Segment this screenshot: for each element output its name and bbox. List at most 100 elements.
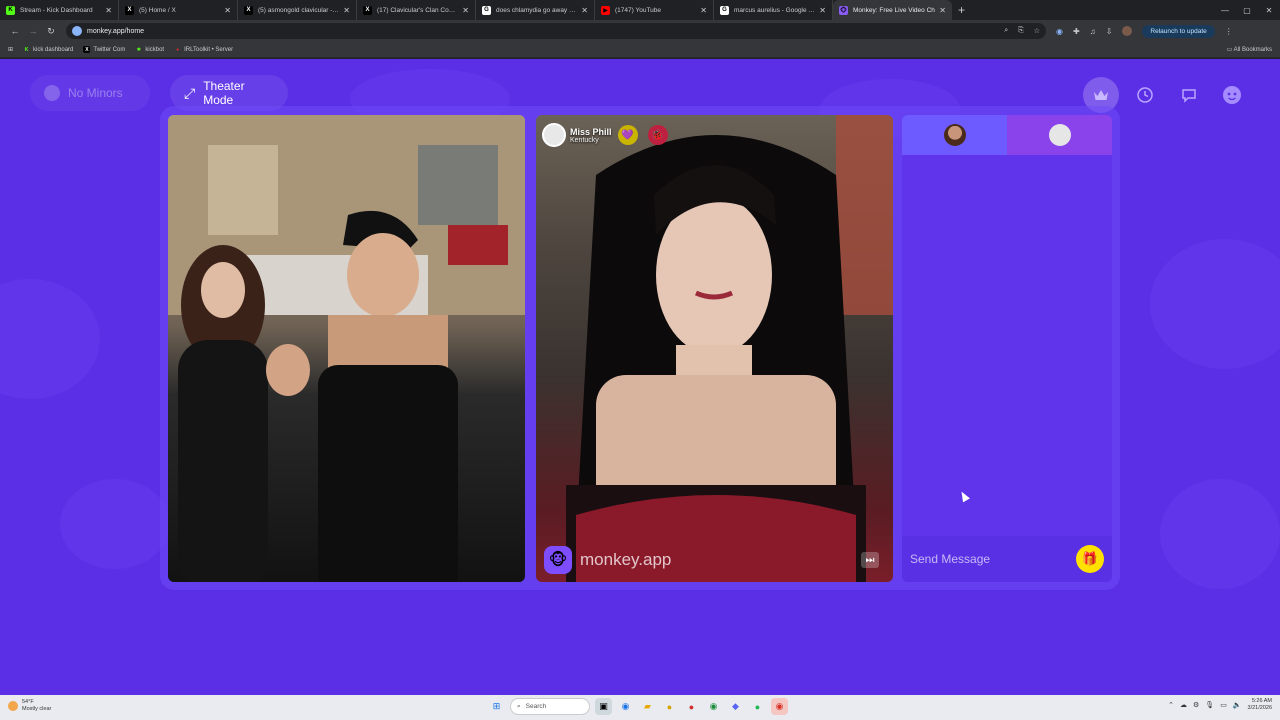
chat-tab-local-user[interactable] bbox=[902, 115, 1007, 155]
back-icon[interactable]: ← bbox=[6, 26, 24, 36]
browser-tab[interactable]: K Stream - Kick Dashboard ✕ bbox=[0, 0, 119, 20]
bookmark-favicon-icon: K bbox=[24, 46, 29, 53]
tab-close-icon[interactable]: ✕ bbox=[819, 6, 826, 15]
background-blob bbox=[1160, 479, 1280, 589]
chrome-icon[interactable]: ◉ bbox=[705, 698, 722, 715]
tray-expand-icon[interactable]: ⌃ bbox=[1168, 701, 1174, 709]
extension-icon[interactable]: ◉ bbox=[1056, 27, 1063, 36]
microphone-icon[interactable]: 🎙 bbox=[1205, 701, 1214, 709]
profile-button[interactable] bbox=[1214, 77, 1250, 113]
relaunch-button[interactable]: Relaunch to update bbox=[1142, 24, 1215, 38]
chat-tab-remote-user[interactable] bbox=[1007, 115, 1112, 155]
ladybug-badge-icon: 🐞 bbox=[647, 125, 668, 145]
menu-icon[interactable]: ⋮ bbox=[1225, 27, 1233, 36]
maximize-button[interactable]: ▢ bbox=[1236, 6, 1258, 15]
browser-tab[interactable]: Gmarcus aurelius - Google Sear ✕ bbox=[714, 0, 833, 20]
tab-favicon-icon: ▶ bbox=[601, 5, 610, 15]
tab-title: (5) asmongold clavicular - Sear bbox=[258, 6, 340, 14]
remote-user-info: Miss Phill Kentucky bbox=[570, 127, 612, 144]
tray-settings-icon[interactable]: ⚙ bbox=[1193, 701, 1199, 709]
browser-tab[interactable]: Gdoes chlamydia go away - Goo ✕ bbox=[476, 0, 595, 20]
system-tray: ⌃ ☁ ⚙ 🎙 ▭ 🔈 5:26 AM 3/21/2026 bbox=[1168, 698, 1272, 712]
address-bar[interactable]: monkey.app/home ⌕ ⎘ ☆ bbox=[66, 23, 1046, 39]
skip-icon: ⏭ bbox=[865, 554, 875, 566]
bookmark-star-icon[interactable]: ☆ bbox=[1034, 27, 1040, 35]
browser-tab[interactable]: X (17) Clavicular's Clan Communi ✕ bbox=[357, 0, 476, 20]
file-explorer-icon[interactable]: ▰ bbox=[639, 698, 656, 715]
gift-button[interactable]: 🎁 bbox=[1076, 545, 1104, 573]
bookmark-item[interactable]: ✱ kickbot bbox=[135, 46, 164, 53]
chrome-app-icon[interactable]: ◉ bbox=[617, 698, 634, 715]
windows-start-icon[interactable]: ⊞ bbox=[488, 698, 505, 715]
apps-grid-icon[interactable]: ⊞ bbox=[8, 46, 13, 53]
taskbar-clock[interactable]: 5:26 AM 3/21/2026 bbox=[1248, 698, 1272, 712]
tab-close-icon[interactable]: ✕ bbox=[224, 6, 231, 15]
discord-icon[interactable]: ◆ bbox=[727, 698, 744, 715]
taskbar-search[interactable]: ⌕ Search bbox=[510, 698, 590, 715]
remote-user-avatar[interactable] bbox=[542, 123, 566, 147]
browser-tab[interactable]: 🐵 Monkey: Free Live Video Ch ✕ bbox=[833, 0, 952, 20]
tab-close-icon[interactable]: ✕ bbox=[939, 6, 946, 15]
weather-desc: Mostly clear bbox=[22, 706, 52, 712]
tab-close-icon[interactable]: ✕ bbox=[105, 6, 112, 15]
bookmark-favicon-icon: ● bbox=[176, 46, 180, 53]
tab-close-icon[interactable]: ✕ bbox=[700, 6, 707, 15]
browser-tab-strip: K Stream - Kick Dashboard ✕ X (5) Home / X ✕ X… bbox=[0, 0, 1280, 20]
messages-button[interactable] bbox=[1171, 77, 1207, 113]
no-minors-label: No Minors bbox=[68, 86, 123, 100]
send-message-input[interactable]: Send Message bbox=[910, 552, 1076, 566]
skip-button[interactable]: ⏭ bbox=[861, 552, 879, 568]
weather-text: 54°F Mostly clear bbox=[22, 699, 51, 713]
weather-widget[interactable]: 54°F Mostly clear bbox=[8, 699, 51, 713]
no-minors-toggle[interactable]: No Minors bbox=[30, 75, 150, 111]
bookmark-item[interactable]: ● IRLToolkit • Server bbox=[174, 46, 233, 53]
puzzle-icon[interactable]: ✚ bbox=[1073, 27, 1080, 36]
tab-favicon-icon: 🐵 bbox=[839, 5, 848, 15]
install-icon[interactable]: ⎘ bbox=[1018, 27, 1024, 35]
site-info-icon[interactable] bbox=[72, 26, 82, 36]
all-bookmarks-label: All Bookmarks bbox=[1233, 47, 1272, 53]
reload-icon[interactable]: ↻ bbox=[42, 26, 60, 37]
browser-tab[interactable]: X (5) asmongold clavicular - Sear ✕ bbox=[238, 0, 357, 20]
window-controls: — ▢ ✕ bbox=[1214, 0, 1280, 20]
windows-taskbar: 54°F Mostly clear ⊞ ⌕ Search ▣ ◉ ▰ ● ● ◉… bbox=[0, 695, 1280, 720]
zoom-icon[interactable]: ⌕ bbox=[1004, 27, 1008, 35]
minimize-button[interactable]: — bbox=[1214, 6, 1236, 15]
remote-user-name: Miss Phill bbox=[570, 126, 612, 137]
browser-tab[interactable]: ▶ (1747) YouTube ✕ bbox=[595, 0, 714, 20]
tray-app-icon[interactable]: ☁ bbox=[1180, 701, 1187, 709]
task-view-icon[interactable]: ▣ bbox=[595, 698, 612, 715]
browser-tab[interactable]: X (5) Home / X ✕ bbox=[119, 0, 238, 20]
taskbar-search-label: Search bbox=[525, 703, 547, 710]
bookmark-label: kickbot bbox=[145, 46, 165, 53]
history-button[interactable] bbox=[1127, 77, 1163, 113]
extensions-area: ◉ ✚ ♫ ⇩ Relaunch to update ⋮ bbox=[1056, 24, 1233, 38]
all-bookmarks-button[interactable]: ▭ All Bookmarks bbox=[1227, 46, 1272, 53]
new-tab-button[interactable]: + bbox=[958, 0, 965, 20]
tab-close-icon[interactable]: ✕ bbox=[343, 6, 350, 15]
folder-icon: ▭ bbox=[1226, 47, 1234, 53]
close-window-button[interactable]: ✕ bbox=[1258, 6, 1280, 15]
tab-close-icon[interactable]: ✕ bbox=[581, 6, 588, 15]
media-icon[interactable]: ♫ bbox=[1090, 27, 1096, 36]
chrome-active-icon[interactable]: ◉ bbox=[771, 698, 788, 715]
profile-avatar[interactable] bbox=[1122, 26, 1133, 36]
network-icon[interactable]: ▭ bbox=[1220, 701, 1227, 709]
background-blob bbox=[1150, 239, 1280, 369]
volume-icon[interactable]: 🔈 bbox=[1233, 701, 1242, 709]
tab-favicon-icon: G bbox=[482, 5, 491, 15]
tab-close-icon[interactable]: ✕ bbox=[462, 6, 469, 15]
gift-icon: 🎁 bbox=[1081, 551, 1099, 566]
forward-icon[interactable]: → bbox=[24, 26, 42, 36]
no-minors-icon bbox=[44, 85, 60, 101]
url-text[interactable]: monkey.app/home bbox=[87, 28, 994, 35]
local-video-scene bbox=[168, 115, 525, 582]
background-blob bbox=[0, 279, 100, 399]
bookmark-item[interactable]: Kkick dashboard bbox=[23, 46, 74, 53]
app-icon-red[interactable]: ● bbox=[683, 698, 700, 715]
app-icon-yellow[interactable]: ● bbox=[661, 698, 678, 715]
bookmark-item[interactable]: X Twitter Com bbox=[83, 46, 125, 53]
spotify-icon[interactable]: ● bbox=[749, 698, 766, 715]
tab-title: (5) Home / X bbox=[139, 6, 176, 14]
downloads-icon[interactable]: ⇩ bbox=[1106, 27, 1113, 36]
